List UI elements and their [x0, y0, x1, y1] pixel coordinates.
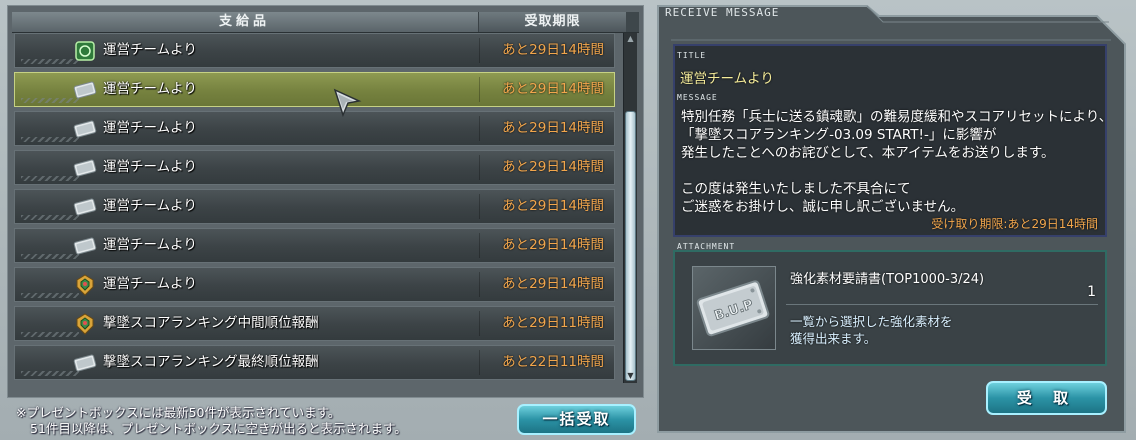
row-label: 運営チームより	[103, 198, 197, 214]
row-divider	[479, 233, 480, 258]
row-stripe-decoration	[21, 215, 79, 220]
header-corner	[626, 12, 639, 32]
row-label: 運営チームより	[103, 120, 197, 136]
message-title: 運営チームより	[680, 71, 774, 87]
list-row[interactable]: 運営チームより あと29日14時間	[14, 267, 615, 302]
list-row[interactable]: 撃墜スコアランキング最終順位報酬 あと22日11時間	[14, 345, 615, 380]
row-deadline: あと29日14時間	[502, 42, 604, 58]
item-quantity: 1	[1087, 284, 1096, 300]
row-divider	[479, 350, 480, 375]
receive-deadline: 受け取り期限:あと29日14時間	[931, 217, 1098, 231]
ticket-icon	[73, 352, 97, 374]
row-stripe-decoration	[21, 371, 79, 376]
list-scrollbar[interactable]: ▲ ▼	[623, 33, 637, 383]
column-header-items: 支給品	[218, 14, 270, 29]
message-body: 特別任務「兵士に送る鎮魂歌」の難易度緩和やスコアリセットにより、 「撃墜スコアラ…	[681, 109, 1113, 215]
ticket-icon	[73, 235, 97, 257]
panel-heading: RECEIVE MESSAGE	[665, 6, 780, 19]
row-divider	[479, 38, 480, 63]
row-stripe-decoration	[21, 332, 79, 337]
receive-button[interactable]: 受 取	[986, 381, 1107, 415]
list-row[interactable]: 運営チームより あと29日14時間	[14, 72, 615, 107]
row-stripe-decoration	[21, 59, 79, 64]
row-divider	[479, 272, 480, 297]
row-deadline: あと29日14時間	[502, 237, 604, 253]
row-label: 運営チームより	[103, 159, 197, 175]
notice-line-2: 51件目以降は、プレゼントボックスに空きが出ると表示されます。	[30, 421, 407, 436]
row-stripe-decoration	[21, 176, 79, 181]
present-list: 運営チームより あと29日14時間 運営チームより あと29日14時間 運営チームよりあ…	[14, 33, 618, 383]
scroll-down-arrow-icon[interactable]: ▼	[626, 370, 635, 382]
ticket-icon	[73, 118, 97, 140]
ticket-icon	[73, 157, 97, 179]
row-deadline: あと29日14時間	[502, 120, 604, 136]
row-stripe-decoration	[21, 98, 79, 103]
scroll-up-arrow-icon[interactable]: ▲	[626, 33, 635, 45]
list-row[interactable]: 運営チームより あと29日14時間	[14, 111, 615, 146]
row-deadline: あと29日14時間	[502, 159, 604, 175]
row-divider	[479, 77, 480, 102]
row-deadline: あと29日14時間	[502, 198, 604, 214]
row-label: 撃墜スコアランキング中間順位報酬	[103, 315, 319, 331]
row-label: 運営チームより	[103, 81, 197, 97]
row-label: 運営チームより	[103, 42, 197, 58]
row-deadline: あと22日11時間	[502, 354, 604, 370]
scroll-thumb[interactable]	[625, 111, 636, 381]
row-label: 撃墜スコアランキング最終順位報酬	[103, 354, 319, 370]
item-divider	[786, 304, 1098, 305]
pointer-cursor-icon	[333, 88, 362, 118]
emblem-icon	[73, 313, 97, 335]
list-row[interactable]: 運営チームより あと29日14時間	[14, 189, 615, 224]
list-header: 支給品 受取期限	[12, 12, 639, 33]
item-description: 一覧から選択した強化素材を 獲得出来ます。	[790, 314, 953, 346]
item-name: 強化素材要請書(TOP1000-3/24)	[790, 272, 985, 287]
row-stripe-decoration	[21, 254, 79, 259]
green-medal-icon	[73, 40, 97, 62]
emblem-icon	[73, 274, 97, 296]
ticket-plate-icon: B.U.P	[696, 280, 770, 337]
column-header-deadline: 受取期限	[478, 12, 626, 32]
list-row[interactable]: 運営チームより あと29日14時間	[14, 228, 615, 263]
row-deadline: あと29日11時間	[502, 315, 604, 331]
list-row[interactable]: 運営チームより あと29日14時間	[14, 33, 615, 68]
row-label: 運営チームより	[103, 237, 197, 253]
list-row[interactable]: 運営チームより あと29日14時間	[14, 150, 615, 185]
row-divider	[479, 155, 480, 180]
list-row[interactable]: 撃墜スコアランキング中間順位報酬 あと29日11時間	[14, 306, 615, 341]
row-divider	[479, 311, 480, 336]
ticket-icon	[73, 196, 97, 218]
row-divider	[479, 194, 480, 219]
row-label: 運営チームより	[103, 276, 197, 292]
ticket-icon	[73, 79, 97, 101]
row-divider	[479, 116, 480, 141]
row-deadline: あと29日14時間	[502, 276, 604, 292]
row-stripe-decoration	[21, 293, 79, 298]
row-deadline: あと29日14時間	[502, 81, 604, 97]
row-stripe-decoration	[21, 137, 79, 142]
title-label: TITLE	[677, 51, 707, 60]
message-label: MESSAGE	[677, 93, 718, 102]
bulk-receive-button[interactable]: 一括受取	[517, 404, 636, 435]
item-thumbnail: B.U.P	[692, 266, 776, 350]
